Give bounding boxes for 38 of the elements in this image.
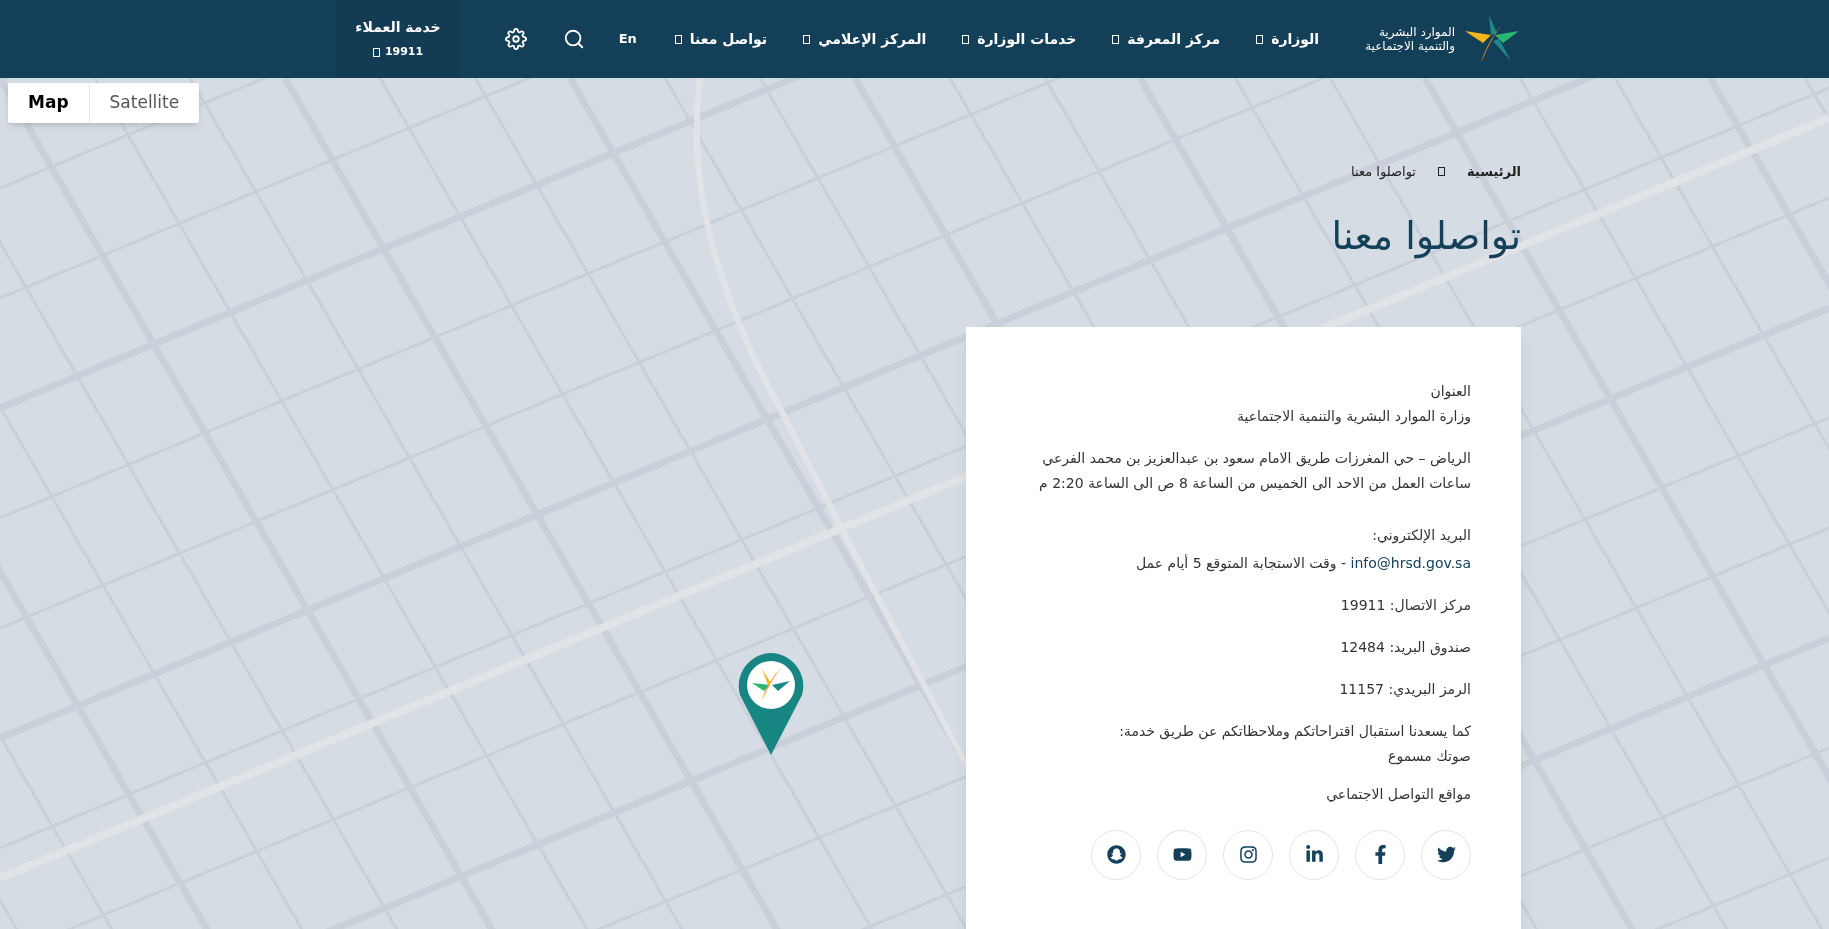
nav-link[interactable]: الوزارة	[1256, 28, 1320, 50]
instagram-icon	[1238, 845, 1258, 864]
nav-link[interactable]: خدمات الوزارة	[962, 28, 1077, 50]
email-link[interactable]: info@hrsd.gov.sa	[1350, 554, 1471, 571]
separator-icon	[1437, 167, 1445, 177]
map-pin-icon	[738, 653, 804, 755]
language-button[interactable]: En	[618, 29, 637, 49]
linkedin-icon	[1304, 845, 1324, 864]
customer-service-label: خدمة العملاء	[355, 18, 441, 38]
youtube-icon	[1172, 845, 1192, 864]
contact-text: وزارة الموارد البشرية والتنمية الاجتماعية	[1235, 407, 1471, 424]
settings-icon[interactable]	[504, 28, 527, 50]
nav-link[interactable]: مركز المعرفة	[1112, 28, 1221, 50]
contact-text: العنوان	[1429, 382, 1471, 399]
contact-text: صندوق البريد: 12484	[1339, 638, 1471, 655]
email-label: البريد الإلكتروني:	[1371, 526, 1471, 543]
contact-text: مركز الاتصال: 19911	[1339, 596, 1471, 613]
map-view-tab[interactable]: Satellite	[88, 83, 200, 123]
nav-link[interactable]: تواصل معنا	[674, 28, 768, 50]
logo-text: الموارد البشرية	[1377, 25, 1455, 39]
contact-text: الرياض – حي المغرزات طريق الامام سعود بن عبدالعزيز بن محمد الفرعي	[1041, 449, 1471, 466]
page-title: تواصلوا معنا	[1330, 212, 1521, 261]
breadcrumb-link[interactable]: تواصلوا معنا	[1351, 162, 1416, 182]
square-icon	[372, 48, 380, 57]
customer-service-number: 19911	[384, 44, 424, 61]
map-view-tab[interactable]: Map	[8, 83, 89, 123]
logo-icon	[1463, 13, 1521, 65]
social-heading: مواقع التواصل الاجتماعي	[1325, 785, 1471, 802]
nav-link[interactable]: المركز الإعلامي	[803, 28, 927, 50]
breadcrumb-link[interactable]: الرئيسية	[1466, 162, 1521, 182]
contact-text: الرمز البريدي: 11157	[1338, 680, 1471, 697]
twitter-icon	[1436, 845, 1456, 864]
contact-text: ساعات العمل من الاحد الى الخميس من الساعة 8 ص الى الساعة 2:20 م	[1038, 474, 1471, 491]
search-icon[interactable]	[562, 28, 585, 50]
snapchat-icon	[1106, 845, 1126, 864]
contact-text: كما يسعدنا استقبال اقتراحاتكم وملاحظاتكم عن طريق خدمة:	[1118, 722, 1471, 739]
contact-text: صوتك مسموع	[1387, 747, 1471, 764]
logo-text: والتنمية الاجتماعية	[1365, 39, 1455, 53]
